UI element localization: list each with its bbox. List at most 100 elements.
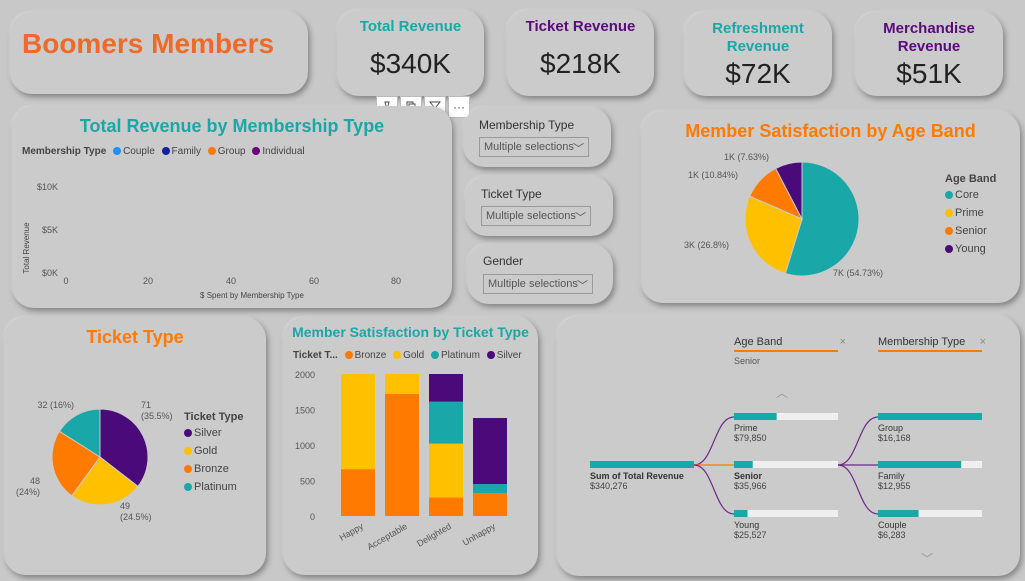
x-tick-label: 20: [143, 276, 153, 286]
node-value: $12,955: [878, 481, 911, 491]
ticket-type-pie-card: Ticket Type 71 (35.5%) 49 (24.5%) 48 (24%) 32 …: [4, 317, 266, 575]
data-label: 7K (54.73%): [833, 268, 883, 278]
slicer-label: Membership Type: [479, 118, 575, 132]
tree-connector: [693, 464, 735, 515]
node-label: Group: [878, 423, 903, 433]
node-label: Sum of Total Revenue: [590, 471, 684, 481]
chevron-down-icon: ﹀: [577, 280, 588, 292]
legend-title: Ticket Type: [184, 411, 244, 423]
x-tick-label: Unhappy: [461, 521, 498, 548]
kpi-label: Ticket Revenue: [525, 18, 636, 35]
kpi-value: $218K: [540, 48, 621, 79]
node-value: $79,850: [734, 433, 767, 443]
slicer-dropdown[interactable]: Multiple selections ﹀: [481, 206, 591, 226]
bar-segment[interactable]: [473, 493, 507, 516]
y-tick-label: 0: [310, 512, 315, 522]
slicer-gender: Gender Multiple selections ﹀: [467, 244, 613, 304]
bar-fill[interactable]: [590, 461, 694, 468]
chevron-down-icon: ﹀: [575, 212, 586, 224]
kpi-ticket-revenue: Ticket Revenue $218K: [507, 10, 654, 96]
dashboard-title: Boomers Members: [22, 28, 275, 59]
age-band-legend: Age Band Core Prime Senior Young: [945, 173, 996, 255]
y-tick-label: $0K: [42, 268, 58, 278]
slicer-dropdown[interactable]: Multiple selections ﹀: [483, 274, 593, 294]
bar-segment[interactable]: [473, 418, 507, 485]
kpi-total-revenue: Total Revenue $340K: [337, 10, 484, 96]
y-tick-label: 1000: [295, 441, 315, 451]
satisfaction-by-ticket-card: Member Satisfaction by Ticket Type Ticke…: [283, 317, 538, 575]
stacked-bar-chart: 2000 1500 1000 500 0 Happy Acceptable Delighted…: [295, 370, 507, 552]
revenue-by-membership-card: Total Revenue by Membership Type Members…: [12, 106, 452, 308]
decomposition-tree: Sum of Total Revenue$340,276 Prime$79,850…: [590, 413, 982, 540]
slicer-label: Ticket Type: [481, 187, 542, 201]
bar-fill[interactable]: [734, 461, 753, 468]
data-label: 32 (16%): [37, 400, 74, 410]
legend-item: Silver: [194, 427, 222, 439]
node-label: Young: [734, 520, 759, 530]
bar-segment[interactable]: [429, 497, 463, 516]
y-tick-label: 2000: [295, 370, 315, 380]
node-label: Senior: [734, 471, 763, 481]
slicer-value: Multiple selections: [484, 141, 574, 153]
legend-item: Prime: [955, 207, 984, 219]
decomposition-tree-card: Age Band × Senior Membership Type × ︿ ﹀ …: [557, 316, 1020, 576]
bar-segment[interactable]: [429, 443, 463, 498]
node-label: Prime: [734, 423, 758, 433]
node-value: $16,168: [878, 433, 911, 443]
y-axis-label: Total Revenue: [22, 222, 31, 274]
node-value: $35,966: [734, 481, 767, 491]
legend-item: Platinum: [194, 481, 237, 493]
kpi-label: Total Revenue: [359, 18, 462, 35]
x-axis-label: $ Spent by Membership Type: [200, 291, 304, 300]
bar-fill[interactable]: [878, 461, 962, 468]
bar-segment[interactable]: [385, 374, 419, 394]
kpi-refreshment-revenue: Refreshment Revenue $72K: [684, 12, 832, 96]
slicer-membership-type: Membership Type Multiple selections ﹀: [463, 107, 611, 167]
bar-fill[interactable]: [734, 510, 748, 517]
legend-item: Gold: [194, 445, 218, 457]
bar-segment[interactable]: [429, 374, 463, 402]
data-label: 3K (26.8%): [684, 240, 729, 250]
x-tick-label: 60: [309, 276, 319, 286]
slicer-dropdown[interactable]: Multiple selections ﹀: [479, 137, 589, 157]
bar-fill[interactable]: [878, 510, 919, 517]
y-tick-label: $10K: [37, 182, 58, 192]
tree-connector: [693, 416, 735, 466]
legend-item: Senior: [955, 225, 987, 237]
x-tick-label: 80: [391, 276, 401, 286]
bar-segment[interactable]: [341, 374, 375, 470]
kpi-value: $72K: [725, 58, 791, 89]
bar-fill[interactable]: [734, 413, 777, 420]
age-band-pie-card: Member Satisfaction by Age Band 7K (54.7…: [641, 111, 1020, 303]
tree-connector: [837, 464, 879, 515]
x-tick-label: 40: [226, 276, 236, 286]
membership-scatter-axes: Total Revenue $10K $5K $0K 0 20 40 60 80…: [22, 182, 401, 300]
bar-track: [734, 510, 838, 517]
ticket-type-legend: Ticket Type Silver Gold Bronze Platinum: [184, 411, 244, 493]
bar-segment[interactable]: [385, 393, 419, 516]
legend-item: Core: [955, 189, 979, 201]
node-label: Couple: [878, 520, 907, 530]
y-tick-label: 500: [300, 477, 315, 487]
tree-connector: [837, 416, 879, 466]
chevron-down-icon: ﹀: [573, 143, 584, 155]
slicer-value: Multiple selections: [486, 210, 576, 222]
node-value: $6,283: [878, 530, 906, 540]
data-label: 1K (10.84%): [688, 170, 738, 180]
node-value: $340,276: [590, 481, 628, 491]
x-tick-label: Delighted: [415, 521, 453, 549]
x-tick-label: 0: [63, 276, 68, 286]
data-label: 71 (35.5%): [141, 400, 173, 421]
bar-segment[interactable]: [341, 469, 375, 516]
bar-segment[interactable]: [473, 484, 507, 494]
y-tick-label: 1500: [295, 406, 315, 416]
y-tick-label: $5K: [42, 225, 58, 235]
bar-fill[interactable]: [878, 413, 982, 420]
kpi-value: $51K: [896, 58, 962, 89]
bar-segment[interactable]: [429, 401, 463, 444]
legend-item: Bronze: [194, 463, 229, 475]
node-value: $25,527: [734, 530, 767, 540]
kpi-label: Refreshment Revenue: [712, 20, 804, 55]
title-card: Boomers Members: [10, 12, 308, 94]
node-label: Family: [878, 471, 905, 481]
